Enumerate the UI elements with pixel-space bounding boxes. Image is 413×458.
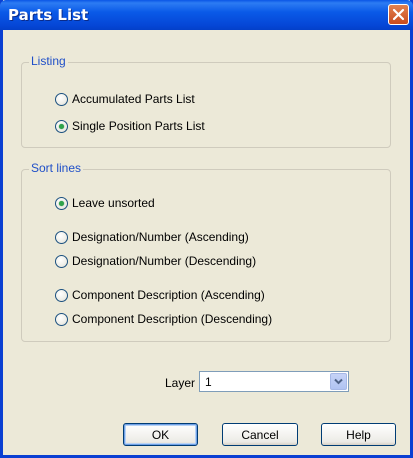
radio-component-ascending[interactable]: Component Description (Ascending) bbox=[55, 288, 265, 302]
radio-leave-unsorted[interactable]: Leave unsorted bbox=[55, 196, 155, 210]
radio-button[interactable] bbox=[55, 288, 68, 302]
radio-button[interactable] bbox=[55, 254, 68, 268]
radio-button[interactable] bbox=[55, 119, 68, 133]
title-bar[interactable]: Parts List bbox=[0, 0, 413, 30]
radio-designation-ascending[interactable]: Designation/Number (Ascending) bbox=[55, 230, 249, 244]
sort-lines-legend: Sort lines bbox=[29, 161, 84, 175]
radio-label: Component Description (Ascending) bbox=[72, 288, 265, 302]
radio-component-descending[interactable]: Component Description (Descending) bbox=[55, 312, 272, 326]
window-title: Parts List bbox=[8, 6, 89, 24]
radio-button[interactable] bbox=[55, 196, 68, 210]
radio-button[interactable] bbox=[55, 312, 68, 326]
cancel-button[interactable]: Cancel bbox=[222, 423, 298, 446]
layer-label: Layer bbox=[165, 376, 196, 390]
radio-label: Accumulated Parts List bbox=[72, 92, 195, 106]
close-button[interactable] bbox=[388, 4, 409, 25]
radio-label: Leave unsorted bbox=[72, 196, 155, 210]
close-icon bbox=[392, 8, 405, 21]
radio-designation-descending[interactable]: Designation/Number (Descending) bbox=[55, 254, 256, 268]
radio-button[interactable] bbox=[55, 92, 68, 106]
radio-button[interactable] bbox=[55, 230, 68, 244]
radio-label: Single Position Parts List bbox=[72, 119, 205, 133]
layer-value: 1 bbox=[205, 375, 212, 389]
chevron-down-icon bbox=[334, 378, 343, 385]
layer-dropdown[interactable]: 1 bbox=[199, 371, 349, 392]
help-button[interactable]: Help bbox=[321, 423, 396, 446]
radio-accumulated-parts-list[interactable]: Accumulated Parts List bbox=[55, 92, 195, 106]
radio-single-position-parts-list[interactable]: Single Position Parts List bbox=[55, 119, 205, 133]
radio-label: Designation/Number (Descending) bbox=[72, 254, 257, 268]
listing-legend: Listing bbox=[29, 54, 68, 68]
radio-label: Designation/Number (Ascending) bbox=[72, 230, 249, 244]
radio-label: Component Description (Descending) bbox=[72, 312, 273, 326]
parts-list-dialog: Parts List Listing Accumulated Parts Lis… bbox=[0, 0, 413, 458]
ok-button[interactable]: OK bbox=[123, 423, 198, 446]
dropdown-button[interactable] bbox=[330, 373, 347, 390]
